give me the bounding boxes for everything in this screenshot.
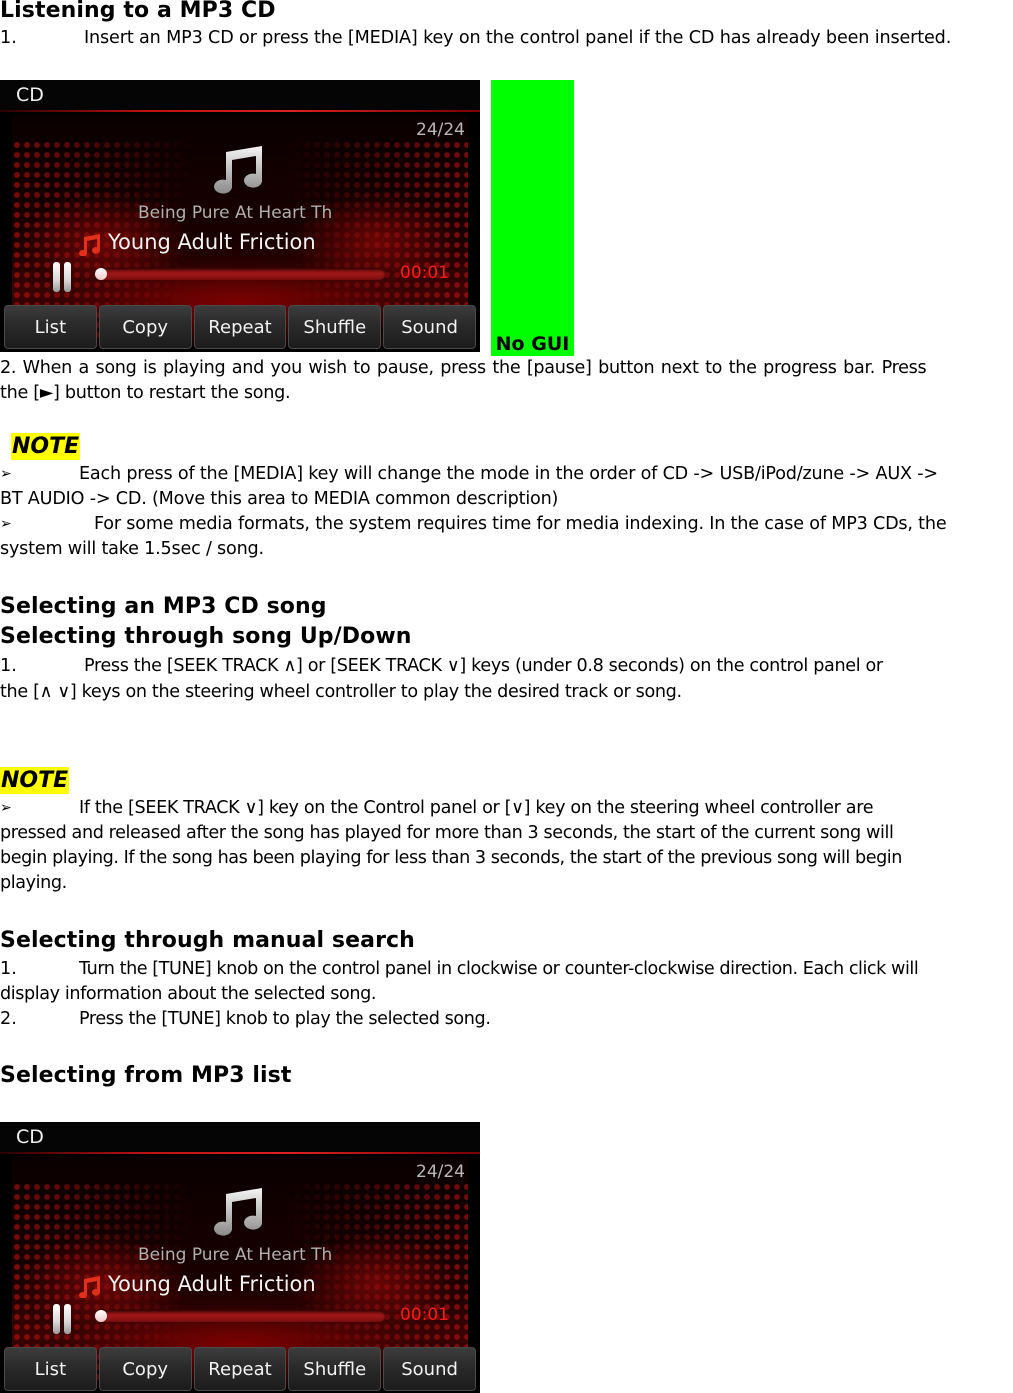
elapsed-time: 00:01 bbox=[400, 263, 449, 283]
now-playing-note-icon bbox=[79, 234, 101, 256]
list-button[interactable]: List bbox=[4, 1347, 97, 1391]
note-2-line-2: pressed and released after the song has … bbox=[0, 823, 894, 843]
now-playing-note-icon bbox=[79, 1276, 101, 1298]
heading-song-up-down: Selecting through song Up/Down bbox=[0, 624, 412, 649]
song-title: Young Adult Friction bbox=[108, 230, 316, 254]
list-button[interactable]: List bbox=[4, 305, 97, 349]
screen-header-bar bbox=[0, 80, 480, 110]
cd-player-screen: CD 24/24 Being Pure At Heart Th Young Ad… bbox=[0, 80, 480, 352]
no-gui-placeholder: No GUI bbox=[491, 80, 574, 356]
note-label: NOTE bbox=[11, 433, 81, 460]
artist-name: Being Pure At Heart Th bbox=[138, 1245, 333, 1265]
header-divider bbox=[0, 110, 480, 112]
source-label: CD bbox=[16, 1126, 44, 1148]
track-counter: 24/24 bbox=[416, 1162, 465, 1182]
tune-step-2-text: Press the [TUNE] knob to play the select… bbox=[79, 1009, 491, 1029]
step-2-line-1: 2. When a song is playing and you wish t… bbox=[0, 358, 927, 378]
note-2-line-4: playing. bbox=[0, 873, 67, 893]
note-2-line-1: If the [SEEK TRACK ∨] key on the Control… bbox=[79, 798, 874, 818]
bullet-arrow-icon: ➢ bbox=[0, 800, 12, 816]
step-2-line-2: the [►] button to restart the song. bbox=[0, 383, 291, 403]
pause-icon-bar-left bbox=[53, 262, 60, 292]
tune-step-1-line-2: display information about the selected s… bbox=[0, 984, 377, 1004]
tune-step-1-number: 1. bbox=[0, 959, 17, 979]
sound-button[interactable]: Sound bbox=[383, 305, 476, 349]
copy-button[interactable]: Copy bbox=[98, 1347, 192, 1391]
seek-step-1-line-1: Press the [SEEK TRACK ∧] or [SEEK TRACK … bbox=[84, 656, 883, 676]
source-label: CD bbox=[16, 84, 44, 106]
song-title: Young Adult Friction bbox=[108, 1272, 316, 1296]
elapsed-time: 00:01 bbox=[400, 1305, 449, 1325]
progress-fill bbox=[95, 1310, 107, 1322]
heading-mp3-list: Selecting from MP3 list bbox=[0, 1063, 292, 1088]
header-divider bbox=[0, 1152, 480, 1154]
no-gui-label: No GUI bbox=[495, 333, 570, 355]
repeat-button[interactable]: Repeat bbox=[193, 1347, 287, 1391]
heading-listening-mp3-cd: Listening to a MP3 CD bbox=[0, 0, 276, 23]
tune-step-1-line-1: Turn the [TUNE] knob on the control pane… bbox=[79, 959, 919, 979]
step-1-text: Insert an MP3 CD or press the [MEDIA] ke… bbox=[84, 28, 952, 48]
bullet-arrow-icon: ➢ bbox=[0, 466, 12, 482]
shuffle-button[interactable]: Shuffle bbox=[288, 305, 382, 349]
copy-button[interactable]: Copy bbox=[98, 305, 192, 349]
function-button-row: List Copy Repeat Shuffle Sound bbox=[4, 1347, 476, 1392]
tune-step-2-number: 2. bbox=[0, 1009, 17, 1029]
pause-button[interactable] bbox=[51, 1304, 73, 1334]
step-1-number: 1. bbox=[0, 28, 17, 48]
music-note-icon bbox=[214, 1188, 263, 1236]
note-label: NOTE bbox=[0, 767, 70, 794]
note-1-item-1-line-2: BT AUDIO -> CD. (Move this area to MEDIA… bbox=[0, 489, 559, 509]
cd-player-screen: CD 24/24 Being Pure At Heart Th Young Ad… bbox=[0, 1122, 480, 1393]
note-2-line-3: begin playing. If the song has been play… bbox=[0, 848, 902, 868]
screen-header-bar bbox=[0, 1122, 480, 1152]
sound-button[interactable]: Sound bbox=[383, 1347, 476, 1391]
shuffle-button[interactable]: Shuffle bbox=[288, 1347, 382, 1391]
pause-icon-bar-left bbox=[53, 1304, 60, 1334]
note-1-item-2-line-1: For some media formats, the system requi… bbox=[94, 514, 947, 534]
repeat-button[interactable]: Repeat bbox=[193, 305, 287, 349]
pause-icon-bar-right bbox=[64, 1304, 71, 1334]
pause-button[interactable] bbox=[51, 262, 73, 292]
seek-step-1-line-2: the [∧ ∨] keys on the steering wheel con… bbox=[0, 682, 682, 702]
heading-selecting-mp3-song: Selecting an MP3 CD song bbox=[0, 594, 327, 619]
artist-name: Being Pure At Heart Th bbox=[138, 203, 333, 223]
note-1-item-1-line-1: Each press of the [MEDIA] key will chang… bbox=[79, 464, 938, 484]
bullet-arrow-icon: ➢ bbox=[0, 516, 12, 532]
music-note-icon bbox=[214, 146, 263, 194]
track-counter: 24/24 bbox=[416, 120, 465, 140]
progress-fill bbox=[95, 268, 107, 280]
seek-step-1-number: 1. bbox=[0, 656, 17, 676]
pause-icon-bar-right bbox=[64, 262, 71, 292]
progress-bar[interactable] bbox=[95, 1310, 385, 1322]
note-1-item-2-line-2: system will take 1.5sec / song. bbox=[0, 539, 264, 559]
progress-bar[interactable] bbox=[95, 268, 385, 280]
heading-manual-search: Selecting through manual search bbox=[0, 928, 415, 953]
function-button-row: List Copy Repeat Shuffle Sound bbox=[4, 305, 476, 350]
